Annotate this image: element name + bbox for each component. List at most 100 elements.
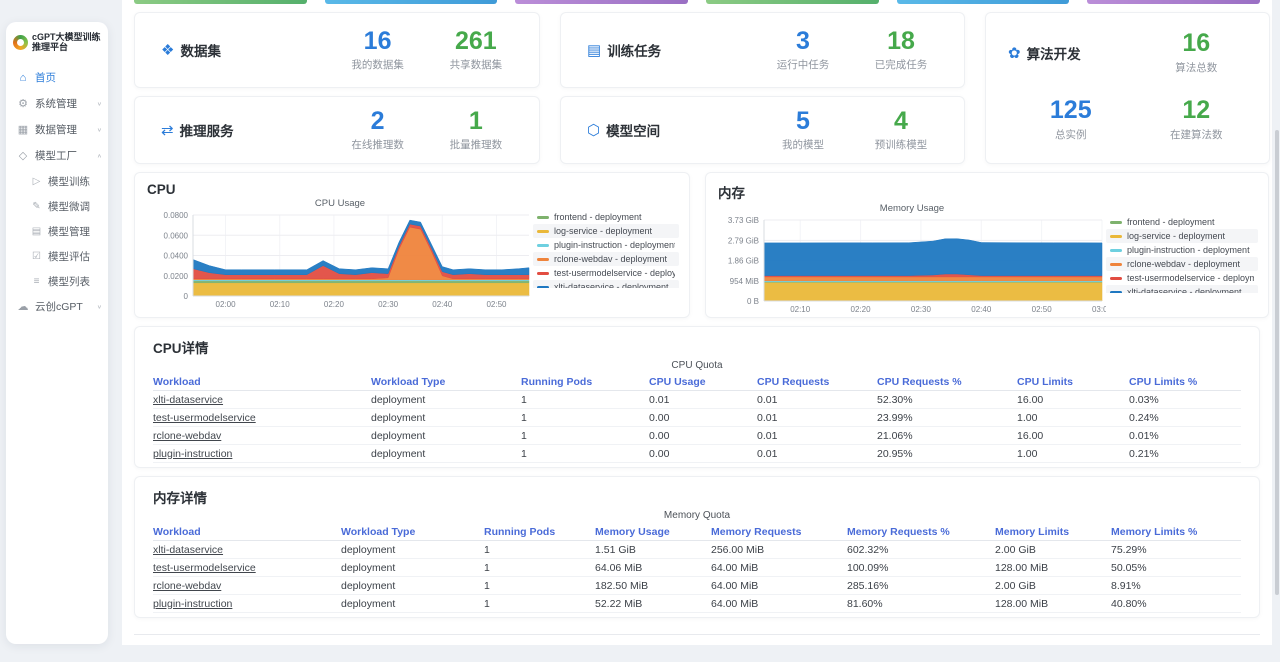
legend-label: frontend - deployment — [554, 212, 642, 222]
legend-item[interactable]: frontend - deployment — [1106, 215, 1258, 229]
factory-icon: ◇ — [18, 150, 28, 163]
sidebar-subitem[interactable]: ▷ 模型训练 — [6, 169, 108, 194]
table-cell: 2.00 GiB — [995, 543, 1036, 556]
stat-metric-value: 4 — [894, 106, 908, 135]
column-header[interactable]: Memory Limits % — [1111, 526, 1241, 538]
stat-metric: 125 总实例 — [1008, 97, 1134, 141]
svg-text:02:10: 02:10 — [790, 305, 811, 314]
sidebar-subitem[interactable]: ☑ 模型评估 — [6, 244, 108, 269]
stat-metric-label: 总实例 — [1055, 128, 1087, 141]
app-logo-row: cGPT大模型训练推理平台 — [6, 30, 108, 63]
svg-text:02:30: 02:30 — [378, 300, 399, 309]
sidebar-nav: ⌂ 首页 ⚙ 系统管理 ∨ ▦ 数据管理 ∨ ◇ 模型工厂 ∧ ▷ 模型训练 ✎ 模型微调 ▤ 模型管理 ☑ 模型评… — [6, 65, 108, 320]
sidebar-item-label: 模型工厂 — [35, 150, 77, 163]
stat-card-title: ✿ 算法开发 — [1008, 43, 1134, 63]
legend-label: xlti-dataservice - deployment — [1127, 287, 1242, 293]
column-header[interactable]: Memory Limits — [995, 526, 1111, 538]
legend-color-dash — [537, 229, 549, 233]
column-header[interactable]: CPU Requests — [757, 376, 877, 388]
legend-item[interactable]: plugin-instruction - deployment — [1106, 243, 1258, 257]
stat-card-title-label: 数据集 — [180, 44, 221, 59]
training-icon: ▤ — [587, 42, 602, 59]
table-row: plugin-instruction deployment 1 52.22 MiB 64… — [153, 595, 1241, 613]
svg-text:1.86 GiB: 1.86 GiB — [728, 257, 759, 266]
column-header[interactable]: CPU Usage — [649, 376, 757, 388]
legend-item[interactable]: rclone-webdav - deployment — [533, 252, 679, 266]
column-header[interactable]: CPU Limits % — [1129, 376, 1241, 388]
workload-link[interactable]: xlti-dataservice — [153, 394, 371, 406]
sidebar-item[interactable]: ☁ 云创cGPT ∨ — [6, 294, 108, 320]
table-cell: 52.22 MiB — [595, 597, 643, 610]
legend-item[interactable]: test-usermodelservice - deployment — [1106, 271, 1258, 285]
table-cell: 40.80% — [1111, 597, 1147, 610]
legend-item[interactable]: frontend - deployment — [533, 210, 679, 224]
algorithm-icon: ✿ — [1008, 44, 1021, 62]
sidebar-item[interactable]: ◇ 模型工厂 ∧ — [6, 143, 108, 169]
cpu-quota-table: Workload Workload Type Running Pods CPU Usa… — [153, 374, 1241, 463]
sidebar-item[interactable]: ⚙ 系统管理 ∨ — [6, 91, 108, 117]
table-cell: 100.09% — [847, 561, 889, 574]
stat-card-title: ⬡ 模型空间 — [587, 120, 754, 140]
charts-row: CPU CPU Usage 02:00 02:10 02:20 02:30 02:40 0… — [134, 172, 1269, 318]
stat-metric-label: 我的模型 — [781, 139, 824, 152]
legend-item[interactable]: rclone-webdav - deployment — [1106, 257, 1258, 271]
table-cell: 1 — [521, 447, 527, 460]
column-header[interactable]: Running Pods — [484, 526, 595, 538]
workload-link[interactable]: xlti-dataservice — [153, 544, 341, 556]
column-header[interactable]: Workload — [153, 526, 341, 538]
stat-card-title-label: 训练任务 — [607, 44, 662, 59]
stat-metric-value: 5 — [796, 106, 810, 135]
column-header[interactable]: Running Pods — [521, 376, 649, 388]
table-cell: 23.99% — [877, 411, 913, 424]
stat-metric: 4 预训练模型 — [852, 108, 950, 152]
workload-link[interactable]: test-usermodelservice — [153, 562, 341, 574]
table-cell: 1 — [484, 579, 490, 592]
legend-item[interactable]: xlti-dataservice - deployment — [1106, 285, 1258, 293]
workload-link[interactable]: rclone-webdav — [153, 430, 371, 442]
legend-label: plugin-instruction - deployment — [1127, 245, 1250, 255]
stat-card-title-label: 推理服务 — [179, 124, 234, 139]
column-header[interactable]: Workload Type — [341, 526, 484, 538]
legend-item[interactable]: log-service - deployment — [533, 224, 679, 238]
sidebar-subitem[interactable]: ≡ 模型列表 — [6, 269, 108, 294]
sidebar-item[interactable]: ⌂ 首页 — [6, 65, 108, 91]
legend-item[interactable]: xlti-dataservice - deployment — [533, 280, 679, 288]
table-cell: 0.21% — [1129, 447, 1159, 460]
column-header[interactable]: CPU Limits — [1017, 376, 1129, 388]
svg-text:02:40: 02:40 — [432, 300, 453, 309]
table-row: test-usermodelservice deployment 1 0.00 0.01… — [153, 409, 1241, 427]
legend-color-dash — [537, 215, 549, 219]
column-header[interactable]: CPU Requests % — [877, 376, 1017, 388]
workload-link[interactable]: test-usermodelservice — [153, 412, 371, 424]
table-cell: 64.06 MiB — [595, 561, 643, 574]
sidebar-item-label: 云创cGPT — [35, 301, 83, 314]
legend-item[interactable]: log-service - deployment — [1106, 229, 1258, 243]
table-cell: deployment — [341, 597, 396, 610]
stat-metric-label: 共享数据集 — [449, 59, 503, 72]
column-header[interactable]: Memory Requests % — [847, 526, 995, 538]
sidebar-subitem[interactable]: ▤ 模型管理 — [6, 219, 108, 244]
column-header[interactable]: Memory Usage — [595, 526, 711, 538]
column-header[interactable]: Workload — [153, 376, 371, 388]
workload-link[interactable]: rclone-webdav — [153, 580, 341, 592]
workload-link[interactable]: plugin-instruction — [153, 448, 371, 460]
table-cell: 1.00 — [1017, 411, 1038, 424]
table-header-row: Workload Workload Type Running Pods CPU Usa… — [153, 374, 1241, 391]
table-cell: 0.01 — [649, 393, 670, 406]
train-icon: ▷ — [32, 175, 41, 187]
column-header[interactable]: Memory Requests — [711, 526, 847, 538]
table-row: rclone-webdav deployment 1 182.50 MiB 64.00 … — [153, 577, 1241, 595]
stat-metric-label: 我的数据集 — [351, 59, 404, 72]
stat-metric: 16 算法总数 — [1134, 30, 1260, 74]
workload-link[interactable]: plugin-instruction — [153, 598, 341, 610]
legend-item[interactable]: plugin-instruction - deployment — [533, 238, 679, 252]
cpu-details-card: CPU详情 CPU Quota Workload Workload Type Run… — [134, 326, 1260, 468]
sidebar-subitem[interactable]: ✎ 模型微调 — [6, 194, 108, 219]
sidebar-item[interactable]: ▦ 数据管理 ∨ — [6, 117, 108, 143]
scrollbar-thumb[interactable] — [1275, 130, 1279, 595]
stat-metric-label: 在建算法数 — [1170, 128, 1223, 141]
legend-item[interactable]: test-usermodelservice - deployment — [533, 266, 679, 280]
column-header[interactable]: Workload Type — [371, 376, 521, 388]
stat-metric-label: 运行中任务 — [776, 59, 830, 72]
table-cell: deployment — [371, 429, 426, 442]
